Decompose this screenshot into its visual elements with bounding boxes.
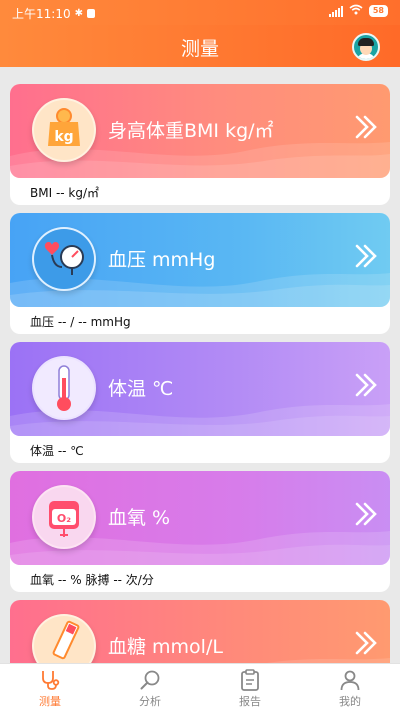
chevron-right-icon[interactable] (354, 243, 378, 269)
app-header: 测量 (0, 25, 400, 67)
blood-oxygen-card[interactable]: O₂ 血氧 % 血氧 -- % 脉搏 -- 次/分 (10, 471, 390, 592)
bottom-tab-bar: 测量 分析 报告 我的 (0, 663, 400, 711)
chevron-right-icon[interactable] (354, 630, 378, 656)
status-bar: 上午11:10 ✱ 58 (0, 0, 400, 25)
tab-label: 分析 (139, 695, 161, 708)
clipboard-icon (241, 669, 259, 691)
card-title: 血压 mmHg (108, 249, 216, 271)
card-reading: 血压 -- / -- mmHg (30, 315, 131, 329)
kg-text: kg (54, 129, 73, 145)
status-right: 58 (328, 4, 388, 18)
tab-report[interactable]: 报告 (200, 664, 300, 711)
scale-icon: kg (32, 98, 96, 162)
blood-pressure-gauge-icon (32, 227, 96, 291)
card-reading: 血氧 -- % 脉搏 -- 次/分 (30, 573, 154, 587)
bag-icon (86, 9, 95, 18)
bmi-card[interactable]: kg 身高体重BMI kg/㎡ BMI -- kg/㎡ (10, 84, 390, 205)
person-icon (340, 670, 360, 691)
magnifier-icon (140, 670, 160, 690)
signal-icon (328, 5, 343, 17)
card-reading: BMI -- kg/㎡ (30, 186, 100, 200)
o2-text: O₂ (57, 512, 71, 525)
card-title: 血糖 mmol/L (108, 636, 223, 658)
thermometer-icon (32, 356, 96, 420)
avatar[interactable] (352, 33, 380, 61)
tab-mine[interactable]: 我的 (300, 664, 400, 711)
tab-label: 报告 (239, 695, 261, 708)
tab-label: 测量 (39, 695, 61, 708)
card-reading: 体温 -- ℃ (30, 444, 84, 458)
bluetooth-icon: ✱ (74, 8, 83, 19)
status-left: 上午11:10 ✱ (12, 5, 95, 22)
chevron-right-icon[interactable] (354, 501, 378, 527)
card-title: 身高体重BMI kg/㎡ (108, 120, 274, 142)
chevron-right-icon[interactable] (354, 372, 378, 398)
chevron-right-icon[interactable] (354, 114, 378, 140)
tab-analysis[interactable]: 分析 (100, 664, 200, 711)
avatar-hair (358, 38, 374, 46)
oxygen-bag-icon: O₂ (32, 485, 96, 549)
page-title: 测量 (180, 38, 219, 60)
tab-measure[interactable]: 测量 (0, 664, 100, 711)
temperature-card[interactable]: 体温 ℃ 体温 -- ℃ (10, 342, 390, 463)
tab-label: 我的 (339, 695, 361, 708)
battery-icon: 58 (368, 5, 388, 17)
wifi-icon (349, 4, 363, 18)
measurement-list: kg 身高体重BMI kg/㎡ BMI -- kg/㎡ 血压 mmHg 血压 -… (10, 84, 390, 711)
card-title: 体温 ℃ (108, 378, 174, 400)
status-time: 上午11:10 (12, 7, 71, 21)
stethoscope-icon (42, 671, 60, 690)
card-title: 血氧 % (108, 507, 171, 529)
blood-pressure-card[interactable]: 血压 mmHg 血压 -- / -- mmHg (10, 213, 390, 334)
